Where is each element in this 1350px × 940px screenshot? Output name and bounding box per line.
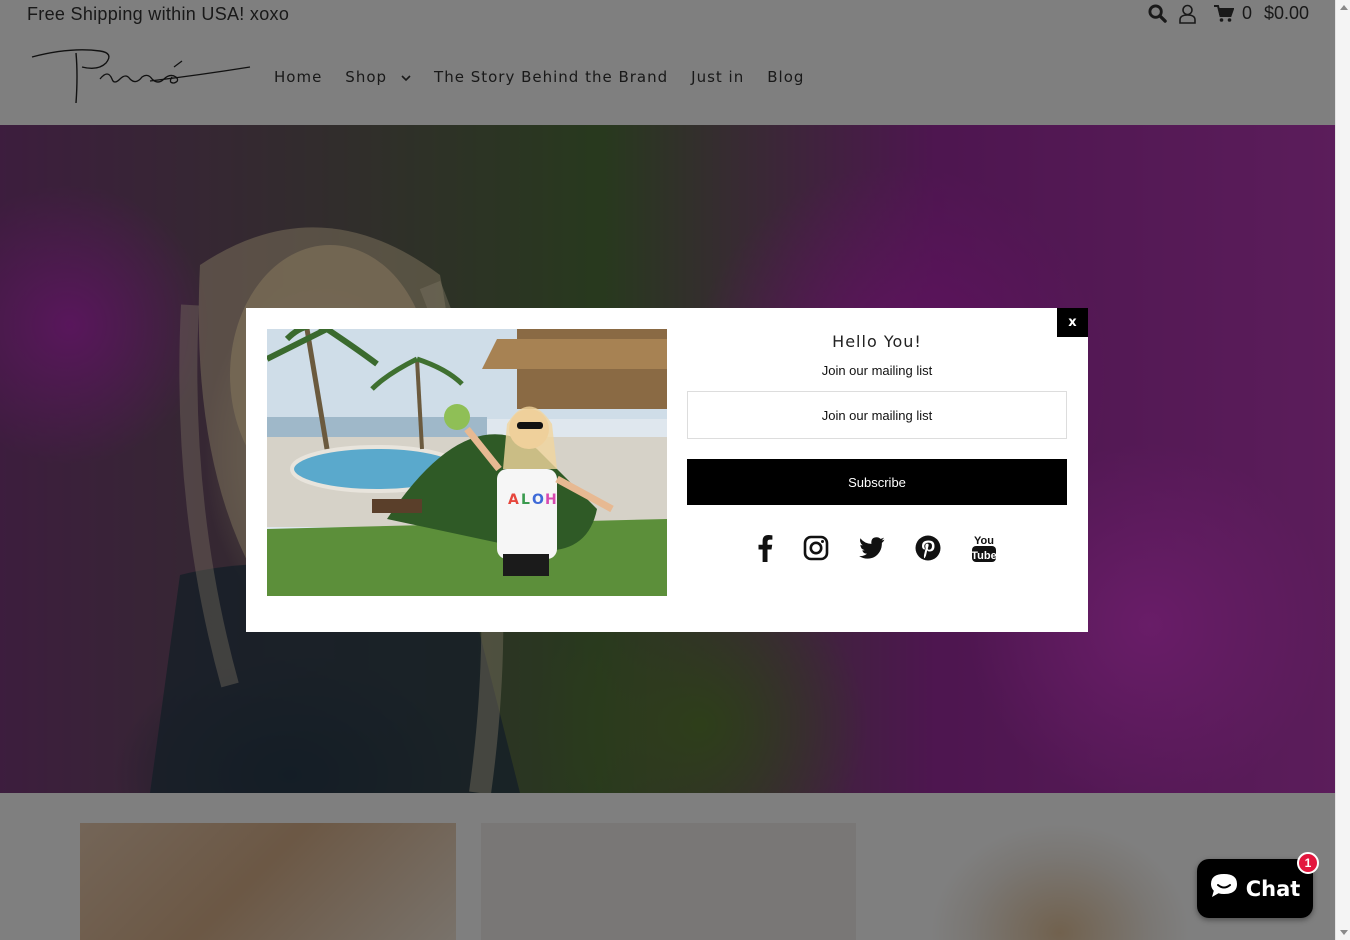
popup-title: Hello You!	[832, 332, 922, 351]
popup-subtitle: Join our mailing list	[821, 363, 933, 378]
chat-button[interactable]: Chat	[1197, 859, 1313, 918]
youtube-icon[interactable]: You Tube	[971, 533, 997, 567]
chat-bubble-icon	[1210, 873, 1238, 904]
scroll-up-icon[interactable]	[1340, 5, 1348, 10]
email-field[interactable]	[687, 391, 1067, 439]
chat-notification-badge: 1	[1297, 852, 1319, 874]
scroll-down-icon[interactable]	[1340, 930, 1348, 935]
svg-text:Tube: Tube	[971, 550, 996, 562]
svg-text:You: You	[974, 535, 994, 547]
popup-photo: A L O H	[267, 329, 667, 596]
pinterest-icon[interactable]	[915, 535, 941, 565]
instagram-icon[interactable]	[803, 535, 829, 565]
newsletter-form: Hello You! Join our mailing list Subscri…	[687, 330, 1067, 567]
twitter-icon[interactable]	[859, 537, 885, 563]
svg-text:H: H	[545, 492, 557, 508]
chat-label: Chat	[1245, 876, 1301, 901]
social-links: You Tube	[687, 533, 1067, 567]
svg-text:O: O	[532, 492, 544, 508]
subscribe-button[interactable]: Subscribe	[687, 459, 1067, 505]
svg-text:A: A	[508, 492, 519, 508]
facebook-icon[interactable]	[757, 534, 773, 566]
svg-text:L: L	[521, 492, 530, 508]
newsletter-popup: x A L O H Hello You! Join our mailing li…	[246, 308, 1088, 632]
page-scrollbar[interactable]	[1335, 0, 1350, 940]
